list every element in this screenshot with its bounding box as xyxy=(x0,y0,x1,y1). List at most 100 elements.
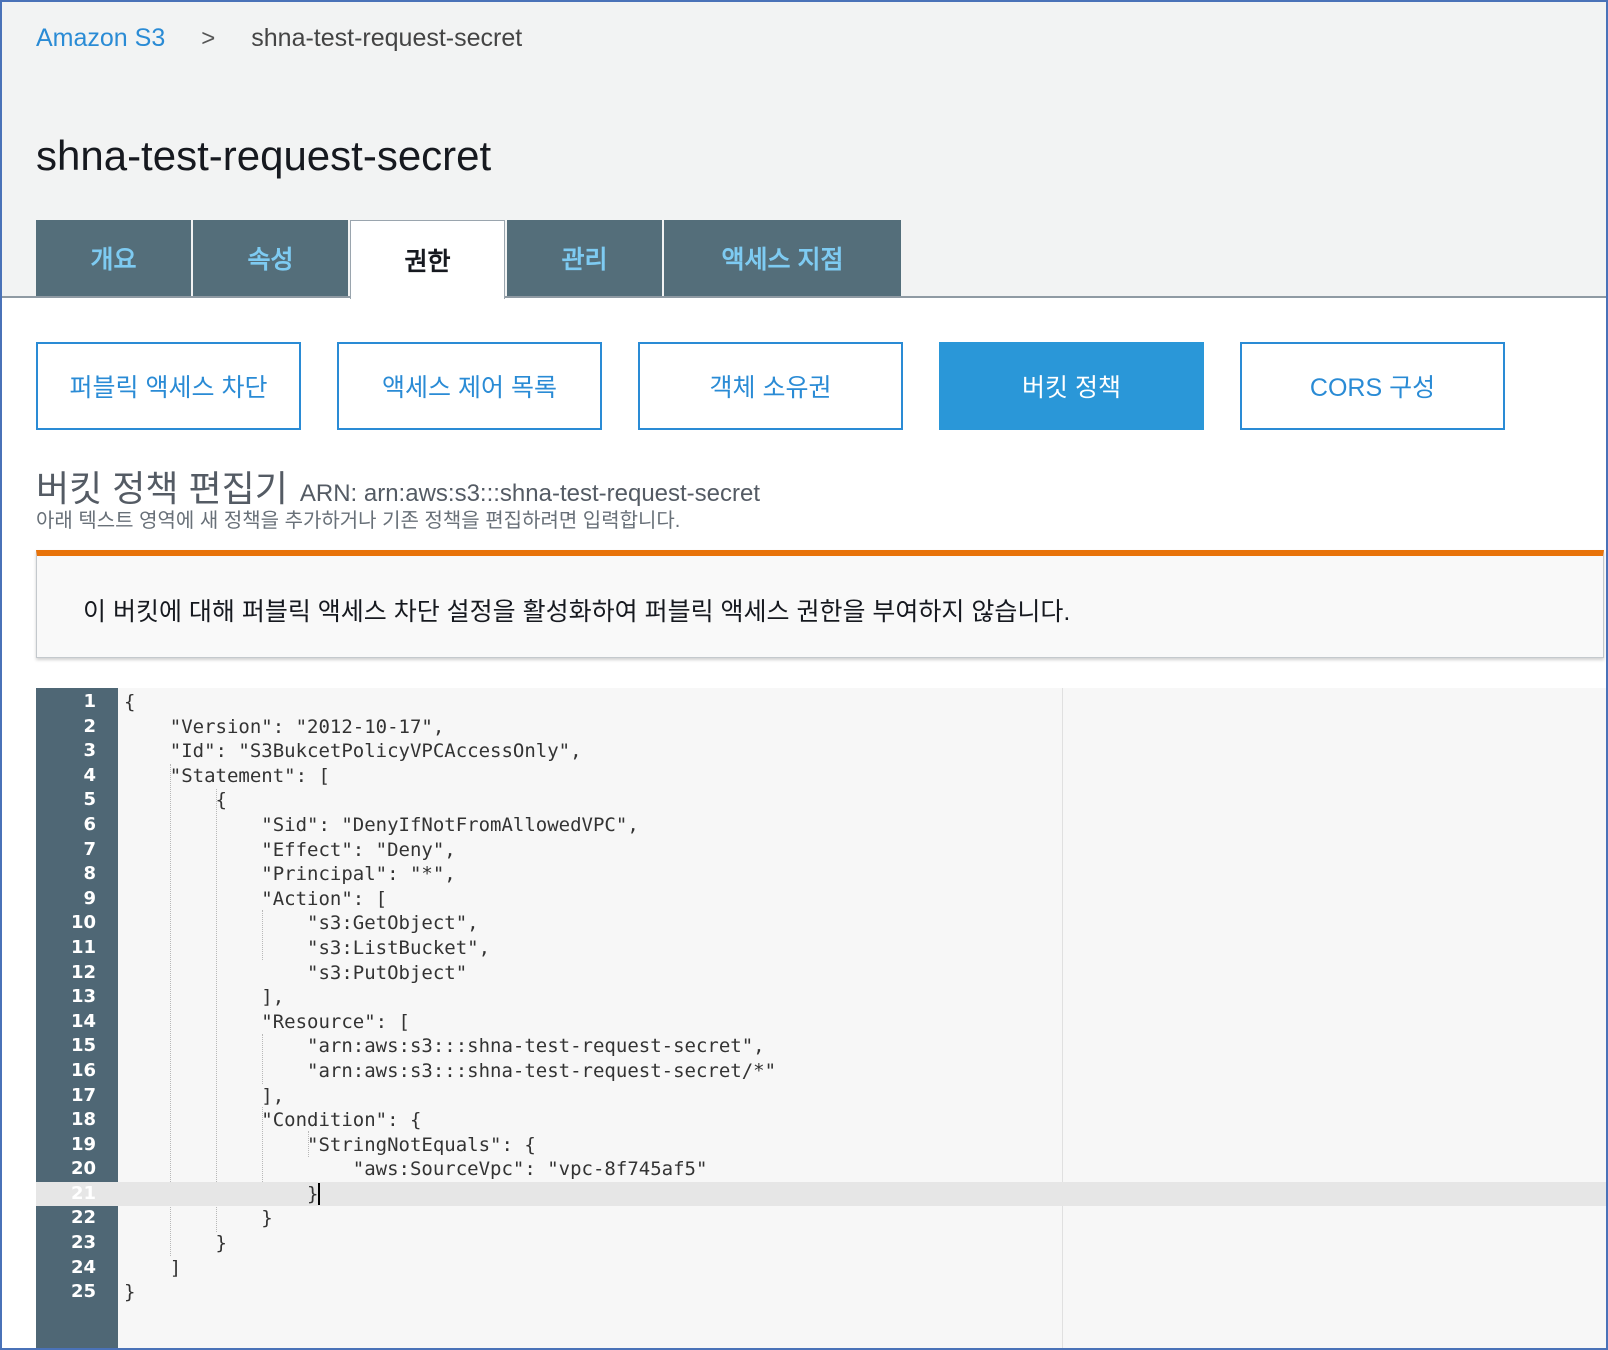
code-line[interactable]: 16 "arn:aws:s3:::shna-test-request-secre… xyxy=(36,1059,1606,1084)
line-code[interactable]: "aws:SourceVpc": "vpc-8f745af5" xyxy=(124,1157,708,1182)
public-access-alert: 이 버킷에 대해 퍼블릭 액세스 차단 설정을 활성화하여 퍼블릭 액세스 권한… xyxy=(36,550,1604,658)
line-code[interactable]: "s3:ListBucket", xyxy=(124,936,490,961)
subtab-block-public-access[interactable]: 퍼블릭 액세스 차단 xyxy=(36,342,301,430)
tab-bar: 개요 속성 권한 관리 액세스 지점 xyxy=(36,220,903,299)
code-line[interactable]: 3 "Id": "S3BukcetPolicyVPCAccessOnly", xyxy=(36,739,1606,764)
line-code[interactable]: ] xyxy=(124,1256,181,1281)
line-number: 1 xyxy=(83,691,96,712)
code-line[interactable]: 18 "Condition": { xyxy=(36,1108,1606,1133)
line-code[interactable]: "arn:aws:s3:::shna-test-request-secret", xyxy=(124,1034,765,1059)
line-code[interactable]: "Action": [ xyxy=(124,887,387,912)
line-number: 8 xyxy=(83,863,96,885)
subtab-bar: 퍼블릭 액세스 차단 액세스 제어 목록 객체 소유권 버킷 정책 CORS 구… xyxy=(36,342,1541,430)
code-line[interactable]: 10 "s3:GetObject", xyxy=(36,911,1606,936)
line-number: 13 xyxy=(70,986,96,1008)
line-number: 18 xyxy=(70,1109,96,1131)
line-code[interactable]: } xyxy=(124,1280,135,1305)
line-code[interactable]: ], xyxy=(124,985,284,1010)
policy-code-editor[interactable]: 1{2 "Version": "2012-10-17", 3 "Id": "S3B… xyxy=(36,688,1606,1348)
line-number: 2 xyxy=(83,715,96,737)
line-number: 20 xyxy=(70,1158,96,1180)
line-code[interactable]: "Principal": "*", xyxy=(124,862,455,887)
permissions-panel: 퍼블릭 액세스 차단 액세스 제어 목록 객체 소유권 버킷 정책 CORS 구… xyxy=(2,298,1606,1348)
line-number: 21 xyxy=(70,1182,96,1204)
line-number: 11 xyxy=(70,936,96,958)
line-code[interactable]: "Resource": [ xyxy=(124,1010,410,1035)
line-number: 23 xyxy=(70,1232,96,1254)
line-number: 16 xyxy=(70,1059,96,1081)
line-number: 25 xyxy=(70,1281,96,1303)
tab-permissions[interactable]: 권한 xyxy=(350,220,505,299)
line-code[interactable]: } xyxy=(124,1231,227,1256)
line-code[interactable]: ], xyxy=(124,1084,284,1109)
line-number: 9 xyxy=(83,887,96,909)
line-number: 10 xyxy=(70,912,96,934)
line-code[interactable]: } xyxy=(124,1182,321,1207)
breadcrumb-current: shna-test-request-secret xyxy=(251,24,523,52)
code-line[interactable]: 5 { xyxy=(36,788,1606,813)
code-line[interactable]: 1{ xyxy=(36,690,1606,715)
code-line[interactable]: 6 "Sid": "DenyIfNotFromAllowedVPC", xyxy=(36,813,1606,838)
line-number: 7 xyxy=(83,838,96,860)
tab-management[interactable]: 관리 xyxy=(507,220,662,296)
tab-overview[interactable]: 개요 xyxy=(36,220,191,296)
breadcrumb-separator-icon: > xyxy=(201,24,216,52)
line-code[interactable]: "Id": "S3BukcetPolicyVPCAccessOnly", xyxy=(124,739,582,764)
code-line[interactable]: 17 ], xyxy=(36,1084,1606,1109)
code-line[interactable]: 13 ], xyxy=(36,985,1606,1010)
line-number: 6 xyxy=(83,813,96,835)
code-line[interactable]: 11 "s3:ListBucket", xyxy=(36,936,1606,961)
code-line[interactable]: 20 "aws:SourceVpc": "vpc-8f745af5" xyxy=(36,1157,1606,1182)
code-line[interactable]: 15 "arn:aws:s3:::shna-test-request-secre… xyxy=(36,1034,1606,1059)
subtab-bucket-policy[interactable]: 버킷 정책 xyxy=(939,342,1204,430)
code-line[interactable]: 12 "s3:PutObject" xyxy=(36,961,1606,986)
line-code[interactable]: "Version": "2012-10-17", xyxy=(124,715,445,740)
code-line[interactable]: 9 "Action": [ xyxy=(36,887,1606,912)
code-line[interactable]: 4 "Statement": [ xyxy=(36,764,1606,789)
page-title: shna-test-request-secret xyxy=(36,132,492,179)
subtab-access-control-list[interactable]: 액세스 제어 목록 xyxy=(337,342,602,430)
subtab-cors-configuration[interactable]: CORS 구성 xyxy=(1240,342,1505,430)
line-code[interactable]: "Sid": "DenyIfNotFromAllowedVPC", xyxy=(124,813,639,838)
line-number: 19 xyxy=(70,1133,96,1155)
alert-text: 이 버킷에 대해 퍼블릭 액세스 차단 설정을 활성화하여 퍼블릭 액세스 권한… xyxy=(83,598,1071,626)
line-code[interactable]: { xyxy=(124,690,135,715)
line-number: 22 xyxy=(70,1207,96,1229)
code-line[interactable]: 22 } xyxy=(36,1206,1606,1231)
breadcrumb-s3-link[interactable]: Amazon S3 xyxy=(36,24,165,53)
line-number: 17 xyxy=(70,1084,96,1106)
code-line[interactable]: 7 "Effect": "Deny", xyxy=(36,838,1606,863)
line-code[interactable]: "Effect": "Deny", xyxy=(124,838,455,863)
line-code[interactable]: } xyxy=(124,1206,272,1231)
breadcrumb: Amazon S3 > shna-test-request-secret xyxy=(36,24,522,53)
line-number: 15 xyxy=(70,1035,96,1057)
code-lines: 1{2 "Version": "2012-10-17", 3 "Id": "S3B… xyxy=(36,690,1606,1305)
tab-access-points[interactable]: 액세스 지점 xyxy=(664,220,901,296)
line-code[interactable]: "StringNotEquals": { xyxy=(124,1133,536,1158)
code-line[interactable]: 23 } xyxy=(36,1231,1606,1256)
code-line[interactable]: 19 "StringNotEquals": { xyxy=(36,1133,1606,1158)
code-line[interactable]: 25} xyxy=(36,1280,1606,1305)
line-number: 14 xyxy=(70,1010,96,1032)
line-number: 3 xyxy=(83,740,96,762)
code-line[interactable]: 24 ] xyxy=(36,1256,1606,1281)
line-code[interactable]: "arn:aws:s3:::shna-test-request-secret/*… xyxy=(124,1059,776,1084)
text-cursor xyxy=(318,1183,321,1206)
code-line[interactable]: 8 "Principal": "*", xyxy=(36,862,1606,887)
code-line[interactable]: 21 } xyxy=(36,1181,1606,1207)
code-line[interactable]: 2 "Version": "2012-10-17", xyxy=(36,715,1606,740)
tab-properties[interactable]: 속성 xyxy=(193,220,348,296)
line-number: 12 xyxy=(70,961,96,983)
header-area: Amazon S3 > shna-test-request-secret shn… xyxy=(2,2,1606,299)
line-number: 4 xyxy=(83,764,96,786)
line-code[interactable]: { xyxy=(124,788,227,813)
subtab-object-ownership[interactable]: 객체 소유권 xyxy=(638,342,903,430)
line-code[interactable]: "Statement": [ xyxy=(124,764,330,789)
code-line[interactable]: 14 "Resource": [ xyxy=(36,1010,1606,1035)
window-frame: Amazon S3 > shna-test-request-secret shn… xyxy=(0,0,1608,1350)
line-code[interactable]: "Condition": { xyxy=(124,1108,421,1133)
line-code[interactable]: "s3:PutObject" xyxy=(124,961,467,986)
line-number: 24 xyxy=(70,1256,96,1278)
line-code[interactable]: "s3:GetObject", xyxy=(124,911,479,936)
line-number: 5 xyxy=(83,789,96,811)
